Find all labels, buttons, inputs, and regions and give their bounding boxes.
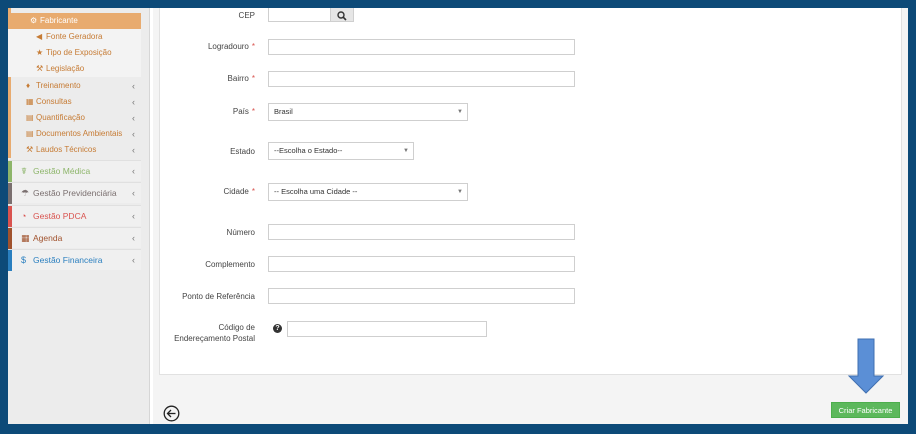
chevron-left-icon: ‹ (132, 233, 135, 243)
sidebar-item-treinamento[interactable]: ♦ Treinamento ‹ (8, 78, 141, 94)
referencia-input[interactable] (268, 288, 575, 304)
section-color-bar (8, 250, 12, 271)
create-fabricante-button[interactable]: Criar Fabricante (831, 402, 900, 418)
main-content: CEP Logradouro * Bairro * País * Brasil ▼ (153, 8, 908, 424)
chevron-left-icon: ‹ (132, 211, 135, 221)
logradouro-label: Logradouro * (207, 42, 255, 51)
bairro-label: Bairro * (227, 74, 255, 83)
sidebar: ⚙ Fabricante ◀ Fonte Geradora ★ Tipo de Exp… (8, 8, 150, 424)
sidebar-sub-item-legislacao[interactable]: ⚒ Legislação (8, 61, 141, 77)
bullhorn-icon: ◀ (36, 32, 43, 41)
sidebar-item-documentos-ambientais[interactable]: ▤ Documentos Ambientais ‹ (8, 126, 141, 142)
chevron-left-icon: ‹ (132, 188, 135, 198)
calendar-icon: ▦ (21, 233, 30, 243)
chevron-left-icon: ‹ (132, 255, 135, 265)
chevron-left-icon: ‹ (132, 145, 135, 155)
cep-label: CEP (238, 11, 255, 20)
pais-select[interactable]: Brasil ▼ (268, 103, 468, 121)
complemento-label: Complemento (205, 260, 255, 269)
back-arrow-circle-icon[interactable] (163, 405, 180, 422)
section-color-bar (8, 206, 12, 227)
chevron-left-icon: ‹ (132, 81, 135, 91)
book-icon: ▤ (26, 113, 34, 122)
chevron-left-icon: ‹ (132, 129, 135, 139)
sidebar-sub-item-fabricante[interactable]: ⚙ Fabricante (8, 13, 141, 29)
sidebar-item-laudos-tecnicos[interactable]: ⚒ Laudos Técnicos ‹ (8, 142, 141, 158)
cogs-icon: ⚙ (30, 16, 38, 25)
book-icon: ▤ (26, 129, 34, 138)
annotation-arrow-icon (847, 338, 885, 394)
app-frame: ⚙ Fabricante ◀ Fonte Geradora ★ Tipo de Exp… (8, 8, 908, 424)
sidebar-section-gestao-financeira[interactable]: $ Gestão Financeira ‹ (8, 249, 141, 271)
search-icon (337, 11, 347, 21)
caret-down-icon: ▼ (403, 148, 409, 154)
complemento-input[interactable] (268, 256, 575, 272)
referencia-label: Ponto de Referência (182, 292, 255, 301)
sidebar-item-quantificacao[interactable]: ▤ Quantificação ‹ (8, 110, 141, 126)
section-color-bar (8, 228, 12, 249)
section-color-bar (8, 161, 12, 182)
bairro-input[interactable] (268, 71, 575, 87)
caret-down-icon: ▼ (457, 189, 463, 195)
estado-label: Estado (230, 147, 255, 156)
numero-input[interactable] (268, 224, 575, 240)
chevron-left-icon: ‹ (132, 166, 135, 176)
sidebar-section-gestao-medica[interactable]: ☤ Gestão Médica ‹ (8, 160, 141, 182)
codigo-postal-input[interactable] (287, 321, 487, 337)
pie-chart-icon: ◔ (21, 211, 27, 221)
stethoscope-icon: ☤ (21, 166, 28, 176)
question-circle-icon[interactable]: ? (273, 324, 282, 333)
numero-label: Número (226, 228, 255, 237)
pais-label: País * (232, 107, 255, 116)
section-color-bar (8, 183, 12, 204)
cidade-label: Cidade * (223, 187, 255, 196)
sidebar-section-gestao-pdca[interactable]: ◔ Gestão PDCA ‹ (8, 205, 141, 227)
star-icon: ★ (36, 48, 44, 57)
caret-down-icon: ▼ (457, 109, 463, 115)
gavel-icon: ⚒ (36, 64, 44, 73)
estado-select[interactable]: --Escolha o Estado-- ▼ (268, 142, 414, 160)
cep-search-button[interactable] (330, 8, 354, 22)
chevron-left-icon: ‹ (132, 113, 135, 123)
chevron-left-icon: ‹ (132, 97, 135, 107)
cep-input[interactable] (268, 8, 331, 22)
sidebar-section-gestao-previdenciaria[interactable]: ☂ Gestão Previdenciária ‹ (8, 182, 141, 204)
address-form-panel: CEP Logradouro * Bairro * País * Brasil ▼ (159, 8, 902, 375)
codigo-postal-label: Código de Endereçamento Postal (174, 323, 255, 343)
gavel-icon: ⚒ (26, 145, 34, 154)
sidebar-item-consultas[interactable]: ▦ Consultas ‹ (8, 94, 141, 110)
sidebar-section-agenda[interactable]: ▦ Agenda ‹ (8, 227, 141, 249)
table-icon: ▦ (26, 97, 34, 106)
sidebar-sub-item-fonte-geradora[interactable]: ◀ Fonte Geradora (8, 29, 141, 45)
sidebar-sub-item-tipo-exposicao[interactable]: ★ Tipo de Exposição (8, 45, 141, 61)
umbrella-icon: ☂ (21, 188, 30, 198)
cidade-select[interactable]: -- Escolha uma Cidade -- ▼ (268, 183, 468, 201)
lightbulb-icon: ♦ (26, 81, 31, 90)
logradouro-input[interactable] (268, 39, 575, 55)
dollar-icon: $ (21, 255, 27, 265)
